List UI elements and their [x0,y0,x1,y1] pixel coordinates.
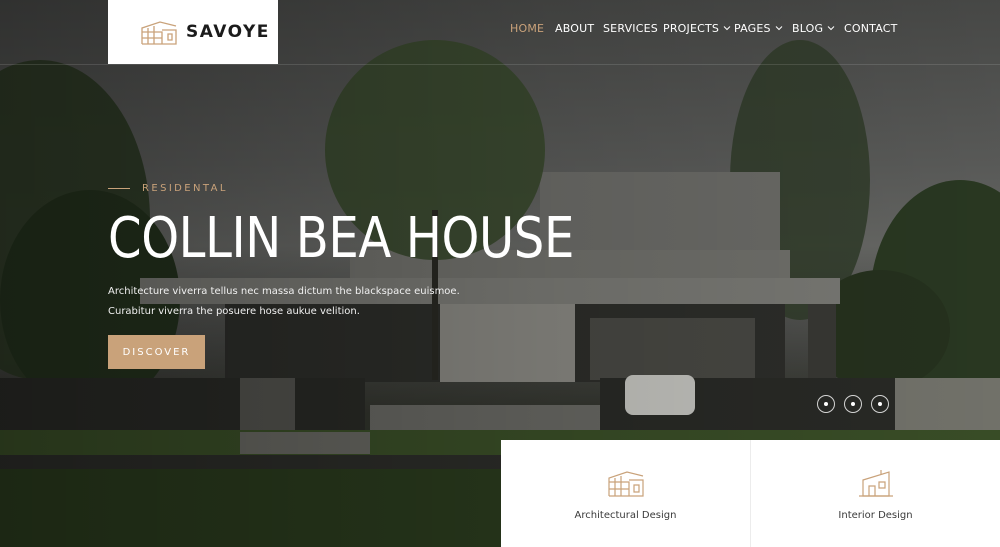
chevron-down-icon [723,26,731,31]
slider-dot-1[interactable] [817,395,835,413]
nav-item-blog[interactable]: BLOG [792,20,844,36]
architecture-icon [607,471,644,497]
hero-eyebrow: RESIDENTAL [108,183,228,194]
service-label: Architectural Design [574,510,677,521]
brand-name: SAVOYE [186,22,270,42]
slider-dot-2[interactable] [844,395,862,413]
eyebrow-line [108,188,130,189]
logo-link[interactable]: SAVOYE [108,0,278,64]
nav-item-pages[interactable]: PAGES [734,20,792,36]
eyebrow-text: RESIDENTAL [142,183,228,194]
services-cards: Architectural Design Interior Design [501,440,1000,547]
chevron-down-icon [827,26,835,31]
nav-item-contact[interactable]: CONTACT [844,20,897,36]
nav-item-about[interactable]: ABOUT [555,20,603,36]
nav-item-label: PROJECTS [663,21,720,35]
main-nav: HOME ABOUT SERVICES PROJECTS PAGES BLOG … [510,20,897,36]
header-divider [0,64,1000,65]
slider-dots [817,395,889,413]
nav-item-label: CONTACT [844,21,898,35]
interior-icon [858,470,893,497]
nav-item-label: BLOG [792,21,824,35]
hero-description: Architecture viverra tellus nec massa di… [108,282,460,322]
nav-item-label: HOME [510,21,545,35]
service-label: Interior Design [838,510,913,521]
hero-description-line: Architecture viverra tellus nec massa di… [108,286,460,297]
building-icon [141,21,177,45]
nav-item-label: SERVICES [603,21,658,35]
nav-item-label: ABOUT [555,21,595,35]
nav-item-projects[interactable]: PROJECTS [663,20,734,36]
hero-description-line: Curabitur viverra the posuere hose aukue… [108,306,360,317]
hero-title: COLLIN BEA HOUSE [108,206,574,271]
service-card-architectural[interactable]: Architectural Design [501,440,750,547]
discover-button[interactable]: DISCOVER [108,335,205,369]
nav-item-services[interactable]: SERVICES [603,20,663,36]
nav-item-home[interactable]: HOME [510,20,555,36]
slider-dot-3[interactable] [871,395,889,413]
chevron-down-icon [775,26,783,31]
nav-item-label: PAGES [734,21,771,35]
service-card-interior[interactable]: Interior Design [750,440,1000,547]
